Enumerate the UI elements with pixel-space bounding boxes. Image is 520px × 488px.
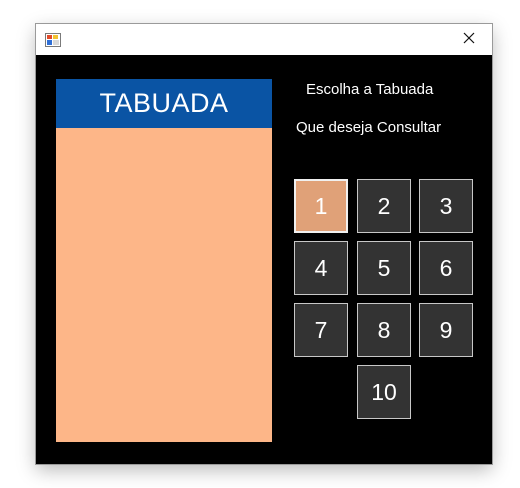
close-icon — [463, 31, 475, 49]
close-button[interactable] — [446, 24, 492, 55]
instruction-label-1: Escolha a Tabuada — [306, 81, 434, 98]
number-button-6[interactable]: 6 — [419, 241, 473, 295]
number-button-3[interactable]: 3 — [419, 179, 473, 233]
app-window: TABUADA Escolha a Tabuada Que deseja Con… — [36, 24, 492, 464]
number-button-2[interactable]: 2 — [357, 179, 411, 233]
panel-title: TABUADA — [56, 79, 272, 128]
number-button-7[interactable]: 7 — [294, 303, 348, 357]
number-button-4[interactable]: 4 — [294, 241, 348, 295]
instruction-label-2: Que deseja Consultar — [296, 119, 442, 136]
number-button-10[interactable]: 10 — [357, 365, 411, 419]
form-client-area: TABUADA Escolha a Tabuada Que deseja Con… — [36, 55, 492, 464]
number-button-8[interactable]: 8 — [357, 303, 411, 357]
number-button-1[interactable]: 1 — [294, 179, 348, 233]
number-button-5[interactable]: 5 — [357, 241, 411, 295]
title-bar[interactable] — [36, 24, 492, 55]
number-button-9[interactable]: 9 — [419, 303, 473, 357]
result-panel: TABUADA — [56, 79, 272, 442]
app-icon — [45, 33, 61, 47]
